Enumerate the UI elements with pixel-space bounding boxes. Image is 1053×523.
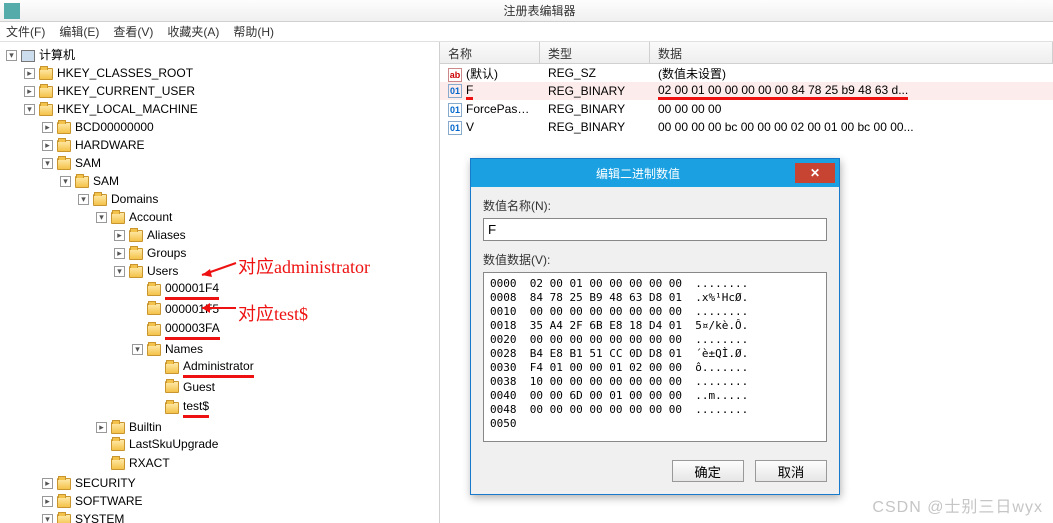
key-users[interactable]: ▾Users bbox=[114, 263, 178, 280]
menu-edit[interactable]: 编辑(E) bbox=[59, 23, 99, 40]
key-aliases[interactable]: ▸Aliases bbox=[114, 227, 186, 244]
key-names[interactable]: ▾Names bbox=[132, 341, 203, 358]
binary-icon: 01 bbox=[448, 121, 462, 135]
key-rxact[interactable]: RXACT bbox=[96, 455, 170, 472]
value-name-input[interactable] bbox=[483, 218, 827, 241]
watermark: CSDN @士别三日wyx bbox=[872, 493, 1043, 517]
hive-hkcr[interactable]: ▸HKEY_CLASSES_ROOT bbox=[24, 65, 193, 82]
binary-icon: 01 bbox=[448, 103, 462, 117]
tree-pane[interactable]: ▾计算机 ▸HKEY_CLASSES_ROOT ▸HKEY_CURRENT_US… bbox=[0, 42, 440, 523]
edit-binary-dialog: 编辑二进制数值 ✕ 数值名称(N): 数值数据(V): 0000 02 00 0… bbox=[470, 158, 840, 495]
data-label: 数值数据(V): bbox=[483, 251, 827, 268]
key-system[interactable]: ▾SYSTEM bbox=[42, 511, 124, 523]
key-rid-1f5[interactable]: 000001F5 bbox=[132, 301, 219, 318]
key-bcd[interactable]: ▸BCD00000000 bbox=[42, 119, 154, 136]
value-row[interactable]: 01V REG_BINARY 00 00 00 00 bc 00 00 00 0… bbox=[440, 118, 1053, 136]
key-name-guest[interactable]: Guest bbox=[150, 379, 215, 396]
folder-icon bbox=[39, 68, 53, 80]
key-domains[interactable]: ▾Domains bbox=[78, 191, 158, 208]
key-name-admin[interactable]: Administrator bbox=[150, 358, 254, 378]
tree-root[interactable]: ▾计算机 bbox=[6, 47, 75, 64]
string-icon: ab bbox=[448, 68, 462, 82]
col-name[interactable]: 名称 bbox=[440, 42, 540, 63]
hive-hkcu[interactable]: ▸HKEY_CURRENT_USER bbox=[24, 83, 195, 100]
cancel-button[interactable]: 取消 bbox=[755, 460, 827, 482]
key-name-test[interactable]: test$ bbox=[150, 398, 209, 418]
key-security[interactable]: ▸SECURITY bbox=[42, 475, 136, 492]
menu-fav[interactable]: 收藏夹(A) bbox=[167, 23, 219, 40]
close-button[interactable]: ✕ bbox=[795, 163, 835, 183]
menu-help[interactable]: 帮助(H) bbox=[233, 23, 274, 40]
key-software[interactable]: ▸SOFTWARE bbox=[42, 493, 143, 510]
key-rid-1f4[interactable]: 000001F4 bbox=[132, 280, 219, 300]
key-account[interactable]: ▾Account bbox=[96, 209, 172, 226]
menu-view[interactable]: 查看(V) bbox=[113, 23, 153, 40]
window-title: 注册表编辑器 bbox=[26, 2, 1053, 19]
computer-icon bbox=[21, 50, 35, 62]
col-type[interactable]: 类型 bbox=[540, 42, 650, 63]
col-data[interactable]: 数据 bbox=[650, 42, 1053, 63]
dialog-titlebar[interactable]: 编辑二进制数值 ✕ bbox=[471, 159, 839, 187]
dialog-title: 编辑二进制数值 bbox=[481, 165, 795, 182]
key-sam[interactable]: ▾SAM bbox=[42, 155, 101, 172]
regedit-icon bbox=[4, 3, 20, 19]
menu-file[interactable]: 文件(F) bbox=[6, 23, 45, 40]
key-hardware[interactable]: ▸HARDWARE bbox=[42, 137, 145, 154]
binary-icon: 01 bbox=[448, 84, 462, 98]
key-groups[interactable]: ▸Groups bbox=[114, 245, 186, 262]
values-header[interactable]: 名称 类型 数据 bbox=[440, 42, 1053, 64]
value-row[interactable]: ab(默认) REG_SZ (数值未设置) bbox=[440, 64, 1053, 82]
hive-hklm[interactable]: ▾HKEY_LOCAL_MACHINE bbox=[24, 101, 198, 118]
key-rid-3fa[interactable]: 000003FA bbox=[132, 320, 220, 340]
ok-button[interactable]: 确定 bbox=[672, 460, 744, 482]
name-label: 数值名称(N): bbox=[483, 197, 827, 214]
menu-bar[interactable]: 文件(F) 编辑(E) 查看(V) 收藏夹(A) 帮助(H) bbox=[0, 22, 1053, 42]
value-row[interactable]: 01ForcePasswor... REG_BINARY 00 00 00 00 bbox=[440, 100, 1053, 118]
title-bar: 注册表编辑器 bbox=[0, 0, 1053, 22]
key-lastsku[interactable]: LastSkuUpgrade bbox=[96, 436, 218, 453]
key-builtin[interactable]: ▸Builtin bbox=[96, 419, 162, 436]
hex-editor[interactable]: 0000 02 00 01 00 00 00 00 00 ........ 00… bbox=[483, 272, 827, 442]
value-row[interactable]: 01F REG_BINARY 02 00 01 00 00 00 00 00 8… bbox=[440, 82, 1053, 100]
key-sam2[interactable]: ▾SAM bbox=[60, 173, 119, 190]
